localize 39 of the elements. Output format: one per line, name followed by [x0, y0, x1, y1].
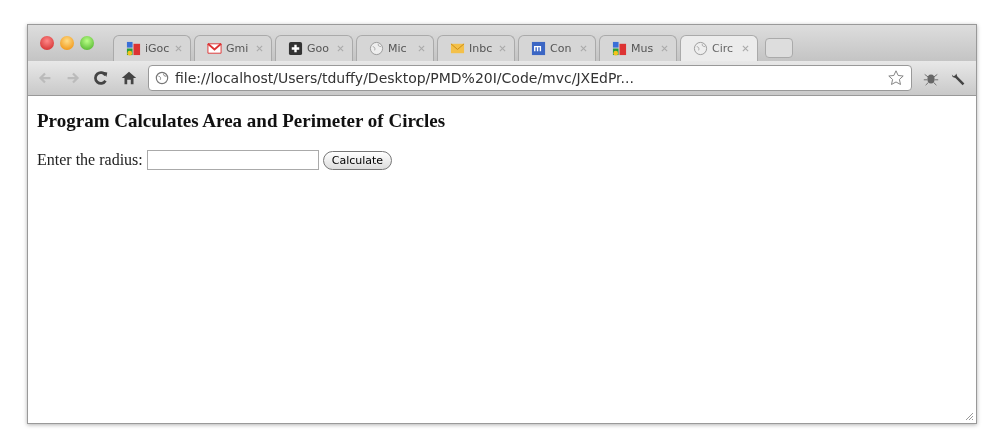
browser-tab[interactable]: Inbc	[437, 35, 515, 61]
star-icon[interactable]	[887, 69, 905, 87]
globe-icon	[155, 71, 169, 85]
address-text: file://localhost/Users/tduffy/Desktop/PMD%20I/Code/mvc/JXEdPr...	[175, 70, 635, 86]
close-icon[interactable]	[580, 45, 587, 52]
radius-label: Enter the radius:	[37, 151, 143, 169]
close-icon[interactable]	[742, 45, 749, 52]
home-icon[interactable]	[120, 69, 138, 87]
page-heading: Program Calculates Area and Perimeter of Circles	[37, 110, 447, 132]
plus-icon	[288, 41, 303, 56]
close-icon[interactable]	[418, 45, 425, 52]
radius-input[interactable]	[146, 150, 319, 170]
browser-tab[interactable]: Mic	[356, 35, 434, 61]
close-window-button[interactable]	[40, 36, 54, 50]
globe-icon	[693, 41, 708, 56]
browser-tab[interactable]: Goo	[275, 35, 353, 61]
browser-tab[interactable]: Gmi	[194, 35, 272, 61]
browser-tab[interactable]: iGoc	[113, 35, 191, 61]
blocks-icon	[612, 41, 627, 56]
calculate-button[interactable]: Calculate	[322, 150, 393, 170]
globe-icon	[369, 41, 384, 56]
reload-icon[interactable]	[92, 69, 110, 87]
app-icon	[531, 41, 546, 56]
blocks-icon	[126, 41, 141, 56]
close-icon[interactable]	[499, 45, 506, 52]
close-icon[interactable]	[661, 45, 668, 52]
browser-tab[interactable]: Mus	[599, 35, 677, 61]
mail-icon	[207, 41, 222, 56]
browser-tab[interactable]: Circ	[680, 35, 758, 61]
close-icon[interactable]	[337, 45, 344, 52]
resize-grip-icon[interactable]	[964, 411, 974, 421]
browser-tab[interactable]: Con	[518, 35, 596, 61]
close-icon[interactable]	[175, 45, 182, 52]
address-bar[interactable]: file://localhost/Users/tduffy/Desktop/PMD%20I/Code/mvc/JXEdPr...	[148, 65, 912, 91]
envelope-icon	[450, 41, 465, 56]
new-tab-button[interactable]	[765, 38, 793, 58]
close-icon[interactable]	[256, 45, 263, 52]
minimize-window-button[interactable]	[60, 36, 74, 50]
zoom-window-button[interactable]	[80, 36, 94, 50]
